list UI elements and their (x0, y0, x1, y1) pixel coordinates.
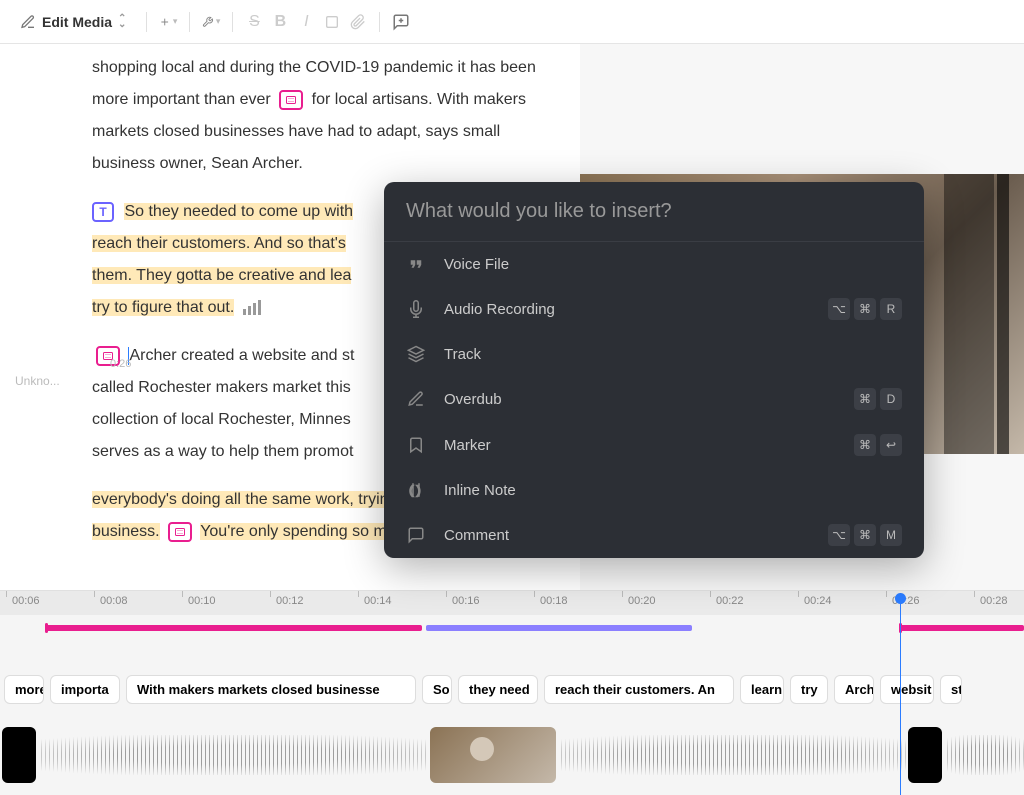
highlight-icon[interactable] (323, 13, 341, 31)
key: ⌘ (854, 298, 876, 320)
ruler-tick: 00:10 (188, 595, 216, 607)
ruler-tick: 00:16 (452, 595, 480, 607)
playhead[interactable] (900, 593, 901, 795)
insert-item-label: Comment (444, 527, 810, 544)
insert-menu-item[interactable]: Audio Recording ⌥⌘R (384, 286, 924, 332)
ruler-tick: 00:08 (100, 595, 128, 607)
word-clip[interactable]: they need (458, 675, 538, 704)
insert-item-label: Marker (444, 437, 836, 454)
media-chip-icon[interactable] (168, 522, 192, 542)
word-clip[interactable]: try (790, 675, 828, 704)
insert-menu-title: What would you like to insert? (384, 182, 924, 242)
key: ⌘ (854, 524, 876, 546)
key: ⌘ (854, 388, 876, 410)
signal-icon (243, 300, 261, 315)
attachment-icon[interactable] (349, 13, 367, 31)
shortcut: ⌘D (854, 388, 902, 410)
key: ⌘ (854, 434, 876, 456)
insert-menu-item[interactable]: ( ) Inline Note (384, 468, 924, 512)
word-clip[interactable]: more (4, 675, 44, 704)
insert-item-label: Voice File (444, 256, 902, 273)
clip-bar-pink[interactable] (46, 625, 422, 631)
audio-recording-icon (406, 299, 426, 319)
inline-timestamp: 0:26 (110, 358, 131, 370)
key: D (880, 388, 902, 410)
insert-menu-item[interactable]: Marker ⌘↩ (384, 422, 924, 468)
key: ⌥ (828, 298, 850, 320)
waveform[interactable] (38, 735, 428, 775)
timeline-ruler[interactable]: 00:06 00:08 00:10 00:12 00:14 00:16 00:18 00:20… (0, 591, 1024, 615)
separator (232, 12, 233, 32)
ruler-tick: 00:14 (364, 595, 392, 607)
edit-media-label: Edit Media (42, 14, 112, 30)
ruler-tick: 00:24 (804, 595, 832, 607)
waveform[interactable] (558, 735, 906, 775)
shortcut: ⌥⌘M (828, 524, 902, 546)
shortcut: ⌘↩ (854, 434, 902, 456)
clip-bar-pink[interactable] (900, 625, 1024, 631)
insert-menu-item[interactable]: Comment ⌥⌘M (384, 512, 924, 558)
track-icon (406, 344, 426, 364)
waveform-row (0, 725, 1024, 785)
word-clip[interactable]: st (940, 675, 962, 704)
insert-item-label: Track (444, 346, 902, 363)
word-clip[interactable]: So (422, 675, 452, 704)
separator (379, 12, 380, 32)
gap-block[interactable] (908, 727, 942, 783)
ruler-tick: 00:18 (540, 595, 568, 607)
comment-icon (406, 525, 426, 545)
svg-text:( ): ( ) (409, 483, 420, 497)
italic-icon[interactable]: I (297, 13, 315, 31)
add-icon[interactable]: ▾ (159, 13, 177, 31)
chevron-updown-icon: ⌃⌄ (118, 16, 126, 28)
overdub-icon (406, 389, 426, 409)
toolbar: Edit Media ⌃⌄ ▾ ▾ S B I (0, 0, 1024, 44)
ruler-tick: 00:12 (276, 595, 304, 607)
word-clip[interactable]: learn (740, 675, 784, 704)
key: M (880, 524, 902, 546)
timeline: 00:06 00:08 00:10 00:12 00:14 00:16 00:18 00:20… (0, 590, 1024, 794)
key: ↩ (880, 434, 902, 456)
speaker-label: Unkno... (15, 374, 65, 388)
inline-note-icon: ( ) (406, 480, 426, 500)
comment-add-icon[interactable] (392, 13, 410, 31)
video-thumbnail[interactable] (430, 727, 556, 783)
separator (189, 12, 190, 32)
text-chip-icon[interactable]: T (92, 202, 114, 222)
word-clip-row: moreimportaWith makers markets closed bu… (0, 675, 1024, 704)
key: ⌥ (828, 524, 850, 546)
word-clip[interactable]: Arch (834, 675, 874, 704)
strikethrough-icon[interactable]: S (245, 13, 263, 31)
marker-icon (406, 435, 426, 455)
ruler-tick: 00:20 (628, 595, 656, 607)
clip-bar-purple[interactable] (426, 625, 692, 631)
paragraph: shopping local and during the COVID-19 p… (92, 52, 564, 180)
insert-menu-item[interactable]: Overdub ⌘D (384, 376, 924, 422)
insert-menu-item[interactable]: Voice File (384, 242, 924, 286)
word-clip[interactable]: reach their customers. An (544, 675, 734, 704)
word-clip[interactable]: websit (880, 675, 934, 704)
ruler-tick: 00:22 (716, 595, 744, 607)
word-clip[interactable]: With makers markets closed businesse (126, 675, 416, 704)
voice-file-icon (406, 254, 426, 274)
gap-block[interactable] (2, 727, 36, 783)
bold-icon[interactable]: B (271, 13, 289, 31)
edit-media-button[interactable]: Edit Media ⌃⌄ (12, 10, 134, 34)
insert-item-label: Inline Note (444, 482, 902, 499)
timeline-tracks[interactable]: moreimportaWith makers markets closed bu… (0, 615, 1024, 795)
insert-item-label: Audio Recording (444, 301, 810, 318)
insert-item-label: Overdub (444, 391, 836, 408)
waveform[interactable] (944, 735, 1024, 775)
wrench-icon[interactable]: ▾ (202, 13, 220, 31)
ruler-tick: 00:28 (980, 595, 1008, 607)
key: R (880, 298, 902, 320)
shortcut: ⌥⌘R (828, 298, 902, 320)
ruler-tick: 00:06 (12, 595, 40, 607)
separator (146, 12, 147, 32)
insert-menu-item[interactable]: Track (384, 332, 924, 376)
word-clip[interactable]: importa (50, 675, 120, 704)
media-chip-icon[interactable] (279, 90, 303, 110)
insert-menu: What would you like to insert? Voice Fil… (384, 182, 924, 558)
